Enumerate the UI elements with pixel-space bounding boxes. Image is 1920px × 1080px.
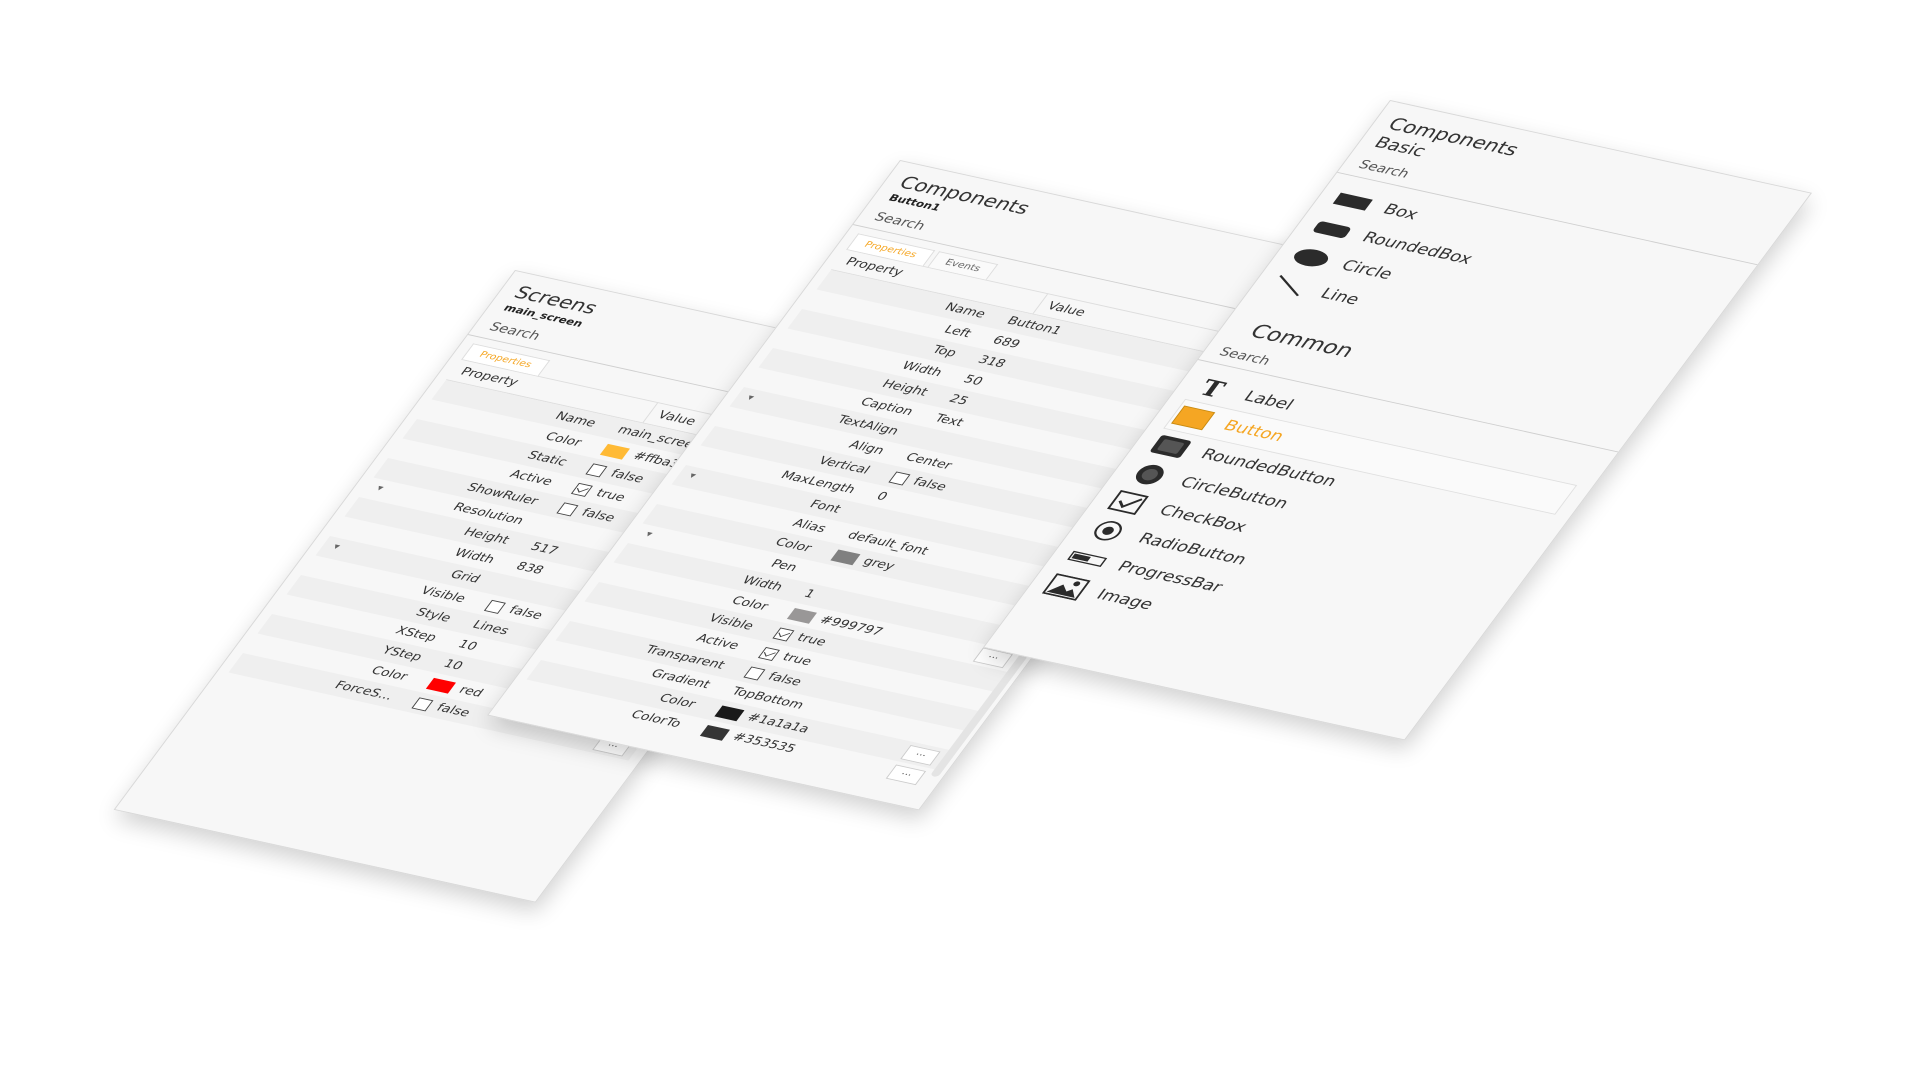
property-value-text: Lines [469,618,512,638]
component-label: Line [1316,285,1364,309]
props-search-label: Search [870,210,929,234]
property-value-text: red [455,683,486,701]
box-icon [1327,188,1378,216]
scene: Screens main_screen Search ▼ Properties … [0,0,1920,1080]
property-value-text: false [607,467,647,486]
screens-search-label: Search [485,320,544,344]
rounded-button-icon [1145,432,1196,460]
component-label: Circle [1337,257,1397,284]
property-value-text: false [505,603,546,623]
checkbox-icon [1103,489,1154,517]
property-value-text: grey [859,555,898,574]
component-label: Box [1379,200,1423,224]
button-icon [1168,404,1219,432]
property-value-text: true [592,486,629,505]
property-value-text: false [433,701,473,720]
svg-text:T: T [1193,375,1230,402]
label-icon: T [1188,375,1239,403]
component-label: Label [1239,388,1298,414]
progress-bar-icon [1062,545,1113,573]
circle-icon [1286,244,1337,272]
image-icon [1041,573,1092,601]
basic-search-label: Search [1355,157,1413,181]
component-label: Button [1219,417,1288,446]
property-value-text: false [764,670,805,689]
property-value-text: false [909,475,950,494]
circle-button-icon [1124,461,1175,489]
property-value-text: false [578,506,618,525]
property-value-text: Text [931,412,967,430]
property-value-text: true [779,650,815,669]
line-icon [1265,272,1316,300]
rounded-box-icon [1306,216,1357,244]
common-search-label: Search [1215,345,1274,369]
radio-button-icon [1083,517,1134,545]
property-value-text: true [793,631,830,649]
component-label: Image [1092,586,1158,614]
